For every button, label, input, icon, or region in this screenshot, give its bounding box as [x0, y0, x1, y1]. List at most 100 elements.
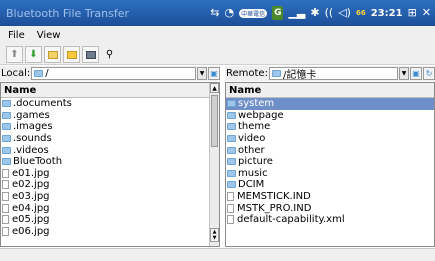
folder-icon [227, 123, 236, 131]
menu-file[interactable]: File [8, 30, 25, 41]
list-item[interactable]: .games [1, 110, 209, 122]
bluetooth-icon[interactable]: ✱ [310, 6, 319, 20]
network-icon[interactable]: ⊞ [408, 6, 417, 20]
volume-icon[interactable]: ◁) [338, 6, 351, 20]
list-item[interactable]: BlueTooth [1, 156, 209, 168]
list-item-label: e04.jpg [12, 202, 50, 214]
list-item-label: MSTK_PRO.IND [237, 202, 312, 214]
file-icon [2, 180, 9, 190]
scroll-up-icon[interactable]: ▲ [210, 83, 219, 93]
local-path-value: / [45, 68, 49, 79]
list-item[interactable]: default-capability.xml [226, 214, 434, 226]
list-item[interactable]: e02.jpg [1, 179, 209, 191]
list-item[interactable]: .documents [1, 98, 209, 110]
remote-refresh-icon[interactable]: ▣ [410, 67, 422, 80]
usb-icon[interactable]: ⇆ [210, 6, 219, 20]
folder-icon [2, 111, 11, 119]
file-icon [2, 192, 9, 202]
upload-icon[interactable]: ⬆ [6, 46, 23, 63]
close-icon[interactable]: ✕ [422, 6, 431, 20]
file-icon [2, 215, 9, 225]
list-item-label: other [238, 144, 265, 156]
connection-icon[interactable]: ◔ [224, 6, 234, 20]
list-item-label: system [238, 98, 275, 110]
list-item[interactable]: .sounds [1, 133, 209, 145]
local-file-panel: Name .documents .games .images .sounds .vide… [0, 82, 220, 247]
list-item[interactable]: e04.jpg [1, 202, 209, 214]
file-icon [2, 226, 9, 236]
scroll-thumb[interactable] [211, 95, 218, 147]
folder-icon [34, 70, 44, 77]
local-column-header[interactable]: Name [1, 83, 219, 98]
local-refresh-icon[interactable]: ▣ [208, 67, 220, 80]
list-item[interactable]: MSTK_PRO.IND [226, 202, 434, 214]
remote-reload-icon[interactable]: ↻ [423, 67, 435, 80]
folder-yellow-icon[interactable] [63, 46, 80, 63]
list-item[interactable]: webpage [226, 110, 434, 122]
folder-icon [271, 70, 281, 77]
list-item[interactable]: DCIM [226, 179, 434, 191]
remote-file-panel: Name system webpage theme video other picture… [225, 82, 435, 247]
list-item-label: e06.jpg [12, 225, 50, 237]
horizontal-scrollbar[interactable] [0, 248, 435, 261]
list-item-label: webpage [238, 109, 284, 121]
remote-path-value: /記憶卡 [282, 70, 317, 80]
folder-icon [227, 169, 236, 177]
remote-column-header[interactable]: Name [226, 83, 434, 98]
local-path-dropdown-icon[interactable]: ▼ [197, 67, 207, 80]
folder-icon [227, 158, 236, 166]
list-item[interactable]: theme [226, 121, 434, 133]
signal-icon[interactable]: ▁▃ [288, 6, 305, 20]
remote-path-field[interactable]: /記憶卡 [268, 67, 398, 80]
list-item[interactable]: e01.jpg [1, 168, 209, 180]
scroll-stepper-icon[interactable]: ▲ ▼ [210, 228, 219, 242]
wifi-icon[interactable]: (( [325, 6, 334, 20]
folder-icon [2, 123, 11, 131]
status-bar: Bluetooth File Transfer ⇆ ◔ 中華電信 G ▁▃ ✱ … [0, 0, 435, 26]
system-tray: ⇆ ◔ 中華電信 G ▁▃ ✱ (( ◁) 66 23:21 ⊞ ✕ [210, 6, 435, 20]
remote-file-list: system webpage theme video other picture music… [226, 98, 434, 246]
bluetooth-usb-icon[interactable]: ⚲ [101, 46, 118, 63]
list-item[interactable]: e05.jpg [1, 214, 209, 226]
remote-path-dropdown-icon[interactable]: ▼ [399, 67, 409, 80]
list-item-label: theme [238, 121, 271, 133]
list-item[interactable]: .videos [1, 144, 209, 156]
local-path-field[interactable]: / [31, 67, 196, 80]
folder-icon[interactable] [44, 46, 61, 63]
screen-icon[interactable] [82, 46, 99, 63]
list-item-label: default-capability.xml [237, 214, 345, 226]
list-item[interactable]: system [226, 98, 434, 110]
local-scrollbar[interactable]: ▲ ▲ ▼ [209, 83, 219, 246]
menu-view[interactable]: View [37, 30, 61, 41]
list-item[interactable]: other [226, 144, 434, 156]
battery-icon[interactable]: 66 [356, 9, 366, 17]
list-item-label: video [238, 133, 266, 145]
local-path-bar: Local: / ▼ ▣ [0, 66, 220, 81]
file-icon [2, 168, 9, 178]
folder-icon [227, 146, 236, 154]
file-icon [227, 215, 234, 225]
folder-icon [2, 146, 11, 154]
list-item[interactable]: MEMSTICK.IND [226, 191, 434, 203]
local-label: Local: [1, 68, 31, 79]
list-item-label: .images [13, 121, 53, 133]
list-item[interactable]: e06.jpg [1, 226, 209, 238]
g-badge-icon[interactable]: G [272, 6, 284, 20]
folder-icon [2, 135, 11, 143]
list-item[interactable]: music [226, 168, 434, 180]
list-item-label: .games [13, 109, 50, 121]
list-item-label: .videos [13, 144, 49, 156]
clock[interactable]: 23:21 [371, 8, 403, 19]
list-item-label: e01.jpg [12, 167, 50, 179]
download-icon[interactable]: ⬇ [25, 46, 42, 63]
list-item[interactable]: video [226, 133, 434, 145]
list-item-label: music [238, 167, 268, 179]
list-item[interactable]: .images [1, 121, 209, 133]
list-item[interactable]: picture [226, 156, 434, 168]
folder-icon [227, 111, 236, 119]
list-item-label: picture [238, 156, 273, 168]
folder-icon [2, 100, 11, 108]
list-item[interactable]: e03.jpg [1, 191, 209, 203]
list-item-label: e05.jpg [12, 214, 50, 226]
file-icon [227, 203, 234, 213]
